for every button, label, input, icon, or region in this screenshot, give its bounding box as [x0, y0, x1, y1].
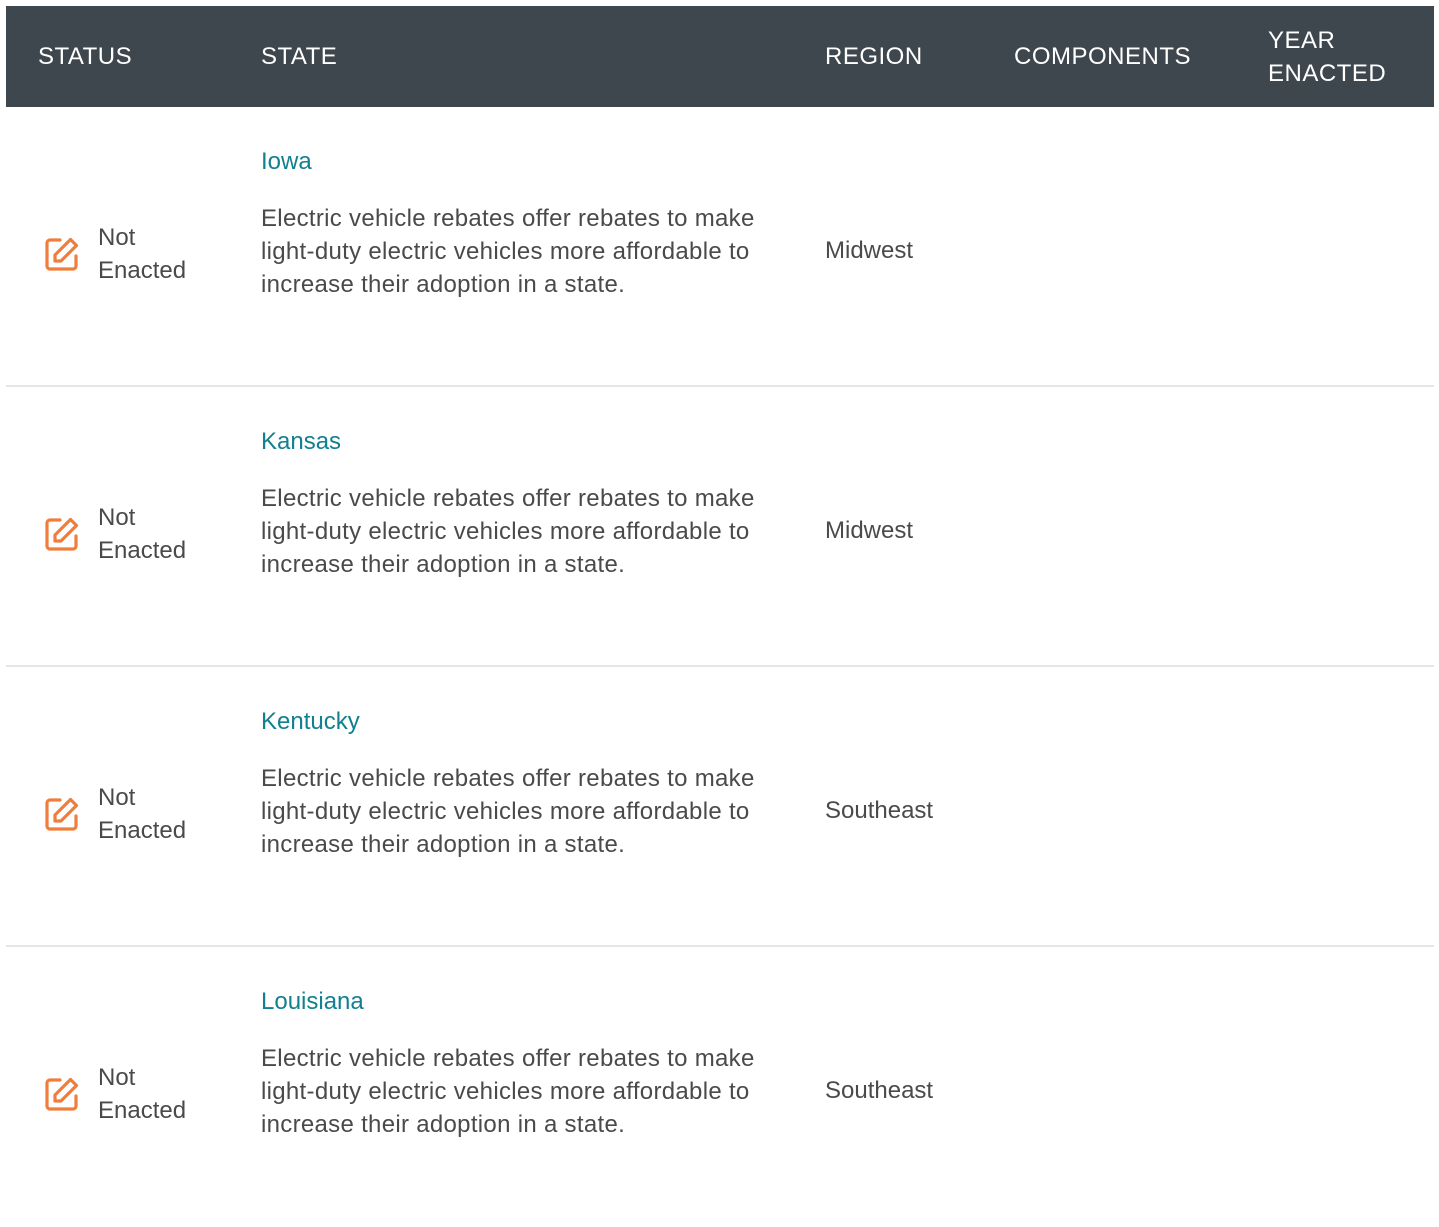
state-cell: Kansas Electric vehicle rebates offer re… [261, 425, 761, 581]
status-cell: Not Enacted [42, 1061, 186, 1127]
region-cell: Southeast [825, 797, 934, 824]
edit-icon [42, 794, 82, 834]
state-cell: Louisiana Electric vehicle rebates offer… [261, 985, 761, 1141]
status-line1: Not [98, 1064, 136, 1091]
status-cell: Not Enacted [42, 221, 186, 287]
state-description: Electric vehicle rebates offer rebates t… [261, 485, 755, 578]
region-cell: Midwest [825, 517, 914, 544]
status-line1: Not [98, 504, 136, 531]
column-header-year-line1: YEAR [1268, 26, 1336, 54]
region-cell: Midwest [825, 237, 914, 264]
edit-icon [42, 1074, 82, 1114]
state-description: Electric vehicle rebates offer rebates t… [261, 765, 755, 858]
column-header-year-line2: ENACTED [1268, 59, 1387, 87]
table-body: Not Enacted Iowa Electric vehicle rebate… [6, 107, 1434, 1227]
state-cell: Iowa Electric vehicle rebates offer reba… [261, 145, 761, 301]
table-row: Not Enacted Louisiana Electric vehicle r… [6, 947, 1434, 1227]
edit-icon [42, 234, 82, 274]
column-header-year-enacted[interactable]: YEAR ENACTED [1268, 6, 1418, 107]
table-header: STATUS STATE REGION COMPONENTS YEAR ENAC… [6, 6, 1434, 107]
column-header-components[interactable]: COMPONENTS [1014, 6, 1191, 107]
state-description: Electric vehicle rebates offer rebates t… [261, 205, 755, 298]
state-link[interactable]: Kentucky [261, 705, 360, 738]
state-link[interactable]: Louisiana [261, 985, 364, 1018]
status-line1: Not [98, 224, 136, 251]
table-row: Not Enacted Iowa Electric vehicle rebate… [6, 107, 1434, 387]
status-cell: Not Enacted [42, 781, 186, 847]
status-line2: Enacted [98, 257, 187, 284]
table-row: Not Enacted Kentucky Electric vehicle re… [6, 667, 1434, 947]
status-line2: Enacted [98, 1097, 187, 1124]
status-line2: Enacted [98, 817, 187, 844]
state-link[interactable]: Iowa [261, 145, 312, 178]
edit-icon [42, 514, 82, 554]
status-line1: Not [98, 784, 136, 811]
state-link[interactable]: Kansas [261, 425, 341, 458]
legislation-table: STATUS STATE REGION COMPONENTS YEAR ENAC… [6, 6, 1434, 1227]
column-header-region[interactable]: REGION [825, 6, 923, 107]
state-description: Electric vehicle rebates offer rebates t… [261, 1045, 755, 1138]
status-line2: Enacted [98, 537, 187, 564]
region-cell: Southeast [825, 1077, 934, 1104]
column-header-state[interactable]: STATE [261, 6, 337, 107]
table-row: Not Enacted Kansas Electric vehicle reba… [6, 387, 1434, 667]
column-header-status[interactable]: STATUS [38, 6, 132, 107]
status-cell: Not Enacted [42, 501, 186, 567]
state-cell: Kentucky Electric vehicle rebates offer … [261, 705, 761, 861]
